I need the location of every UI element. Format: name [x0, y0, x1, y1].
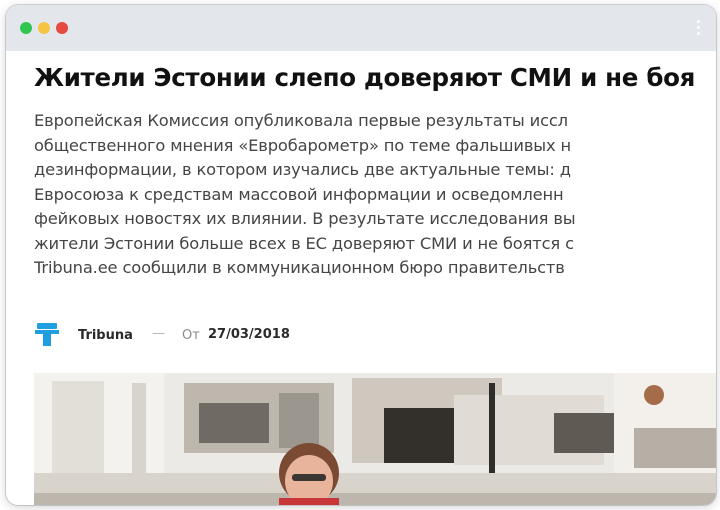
lede-line: жители Эстонии больше всех в ЕС доверяют… — [34, 233, 574, 253]
window-control-minimize[interactable] — [38, 22, 50, 34]
byline: Tribuna — От 27/03/2018 — [34, 321, 434, 351]
lede-line: Tribuna.ee сообщили в коммуникационном б… — [34, 258, 565, 277]
article-lede: Европейская Комиссия опубликовала первые… — [34, 109, 716, 281]
lede-line: фейковых новостях их влиянии. В результа… — [34, 209, 576, 228]
browser-window: Жители Эстонии слепо доверяют СМИ и не б… — [6, 5, 716, 505]
lede-line: Европейская Комиссия опубликовала первые… — [34, 111, 568, 130]
article: Жители Эстонии слепо доверяют СМИ и не б… — [34, 51, 716, 505]
author-link[interactable]: Tribuna — [78, 328, 133, 343]
lede-line: общественного мнения «Евробарометр» по т… — [34, 135, 571, 155]
window-control-close[interactable] — [20, 22, 32, 34]
lede-line: Евросоюза к средствам массовой информаци… — [34, 184, 564, 204]
publish-date: 27/03/2018 — [208, 327, 290, 342]
byline-separator: — — [152, 326, 165, 341]
article-photo[interactable] — [34, 373, 716, 505]
tribuna-logo-icon[interactable] — [34, 321, 60, 347]
date-prefix: От — [182, 328, 200, 343]
window-control-maximize[interactable] — [56, 22, 68, 34]
article-headline[interactable]: Жители Эстонии слепо доверяют СМИ и не б… — [34, 63, 716, 92]
more-vertical-icon[interactable] — [696, 20, 700, 38]
lede-line: дезинформации, в котором изучались две а… — [34, 160, 571, 179]
title-bar — [6, 5, 716, 51]
